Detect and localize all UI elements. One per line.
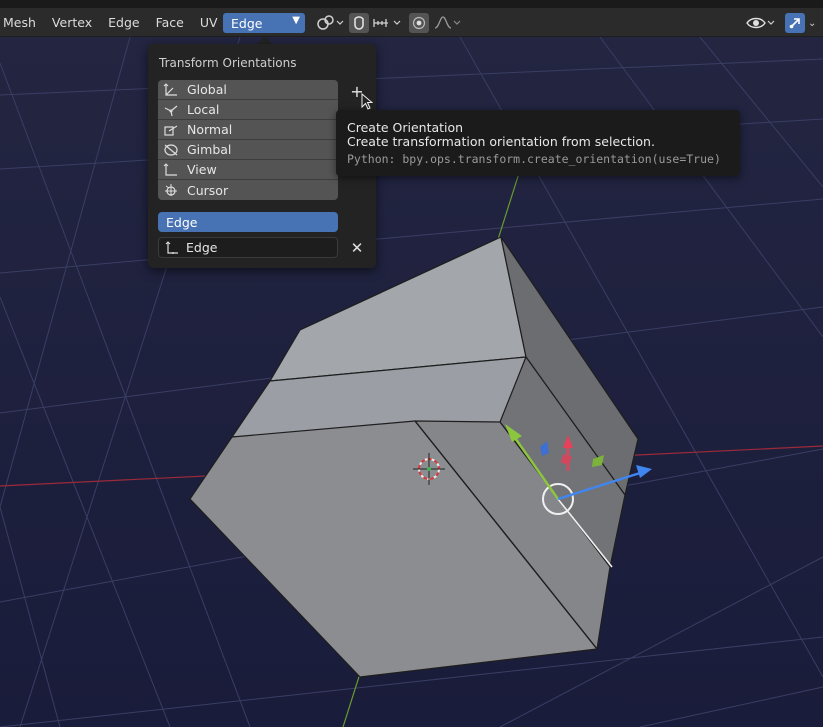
menu-edge[interactable]: Edge	[100, 15, 147, 30]
menu-mesh[interactable]: Mesh	[0, 15, 44, 30]
viewport-header: Mesh Vertex Edge Face UV Edge ▼ ⌄	[0, 8, 823, 37]
tooltip: Create Orientation Create transformation…	[336, 110, 740, 176]
orientation-label: Local	[187, 102, 220, 117]
orientation-label: Cursor	[187, 182, 229, 198]
global-orientation-icon	[163, 82, 179, 97]
gizmo-dropdown[interactable]: ⌄	[808, 12, 816, 34]
orientation-list: Global Local Normal Gimbal View Cursor	[158, 80, 338, 200]
mouse-pointer-icon	[361, 93, 373, 110]
cursor-orientation-icon	[163, 183, 179, 197]
gimbal-orientation-icon	[163, 143, 179, 157]
orientation-name-field[interactable]: Edge	[158, 237, 338, 258]
transform-orientation-dropdown[interactable]: Edge ▼	[223, 13, 305, 33]
pivot-point-button[interactable]	[316, 12, 344, 34]
eye-icon	[746, 17, 775, 29]
normal-orientation-icon	[163, 123, 179, 137]
orientation-label: Gimbal	[187, 142, 232, 157]
snap-target-dropdown[interactable]	[372, 12, 402, 34]
orientation-item-global[interactable]: Global	[158, 80, 338, 100]
orientation-name-value: Edge	[186, 240, 218, 255]
chevron-down-icon: ⌄	[808, 17, 817, 29]
proportional-edit-icon	[412, 16, 426, 30]
orientation-label: Global	[187, 82, 227, 97]
gizmo-arrow-icon	[789, 18, 800, 29]
menu-face[interactable]: Face	[148, 15, 192, 30]
workspace-tabs-strip	[0, 0, 823, 8]
orientation-item-gimbal[interactable]: Gimbal	[158, 140, 338, 160]
view-orientation-icon	[163, 162, 179, 177]
orientation-item-local[interactable]: Local	[158, 100, 338, 120]
magnet-icon	[354, 16, 364, 30]
proportional-edit-toggle[interactable]	[409, 13, 429, 33]
menu-vertex[interactable]: Vertex	[44, 15, 100, 30]
orientation-item-normal[interactable]: Normal	[158, 120, 338, 140]
local-orientation-icon	[163, 103, 179, 117]
tooltip-title: Create Orientation	[347, 120, 464, 135]
orientation-label: Normal	[187, 122, 233, 137]
snap-increment-icon	[373, 19, 401, 27]
gizmo-toggle[interactable]	[785, 13, 805, 33]
tooltip-python: Python: bpy.ops.transform.create_orienta…	[347, 152, 721, 166]
custom-orientation-selected[interactable]: Edge	[158, 212, 338, 232]
delete-orientation-button[interactable]: ✕	[348, 239, 366, 257]
falloff-curve-icon	[434, 16, 461, 29]
tooltip-description: Create transformation orientation from s…	[347, 134, 655, 149]
visibility-dropdown[interactable]	[746, 12, 776, 34]
popover-title: Transform Orientations	[159, 56, 297, 70]
orientation-item-view[interactable]: View	[158, 160, 338, 180]
snap-toggle[interactable]	[349, 13, 369, 33]
transform-orientation-value: Edge	[231, 15, 263, 31]
orientation-item-cursor[interactable]: Cursor	[158, 180, 338, 200]
pivot-link-icon	[317, 15, 344, 30]
menu-uv[interactable]: UV	[192, 15, 226, 30]
chevron-down-icon: ▼	[292, 15, 300, 26]
orientation-label: View	[187, 162, 217, 177]
falloff-dropdown[interactable]	[433, 12, 461, 34]
custom-orientation-icon	[164, 240, 180, 255]
popover-notch	[257, 36, 273, 44]
